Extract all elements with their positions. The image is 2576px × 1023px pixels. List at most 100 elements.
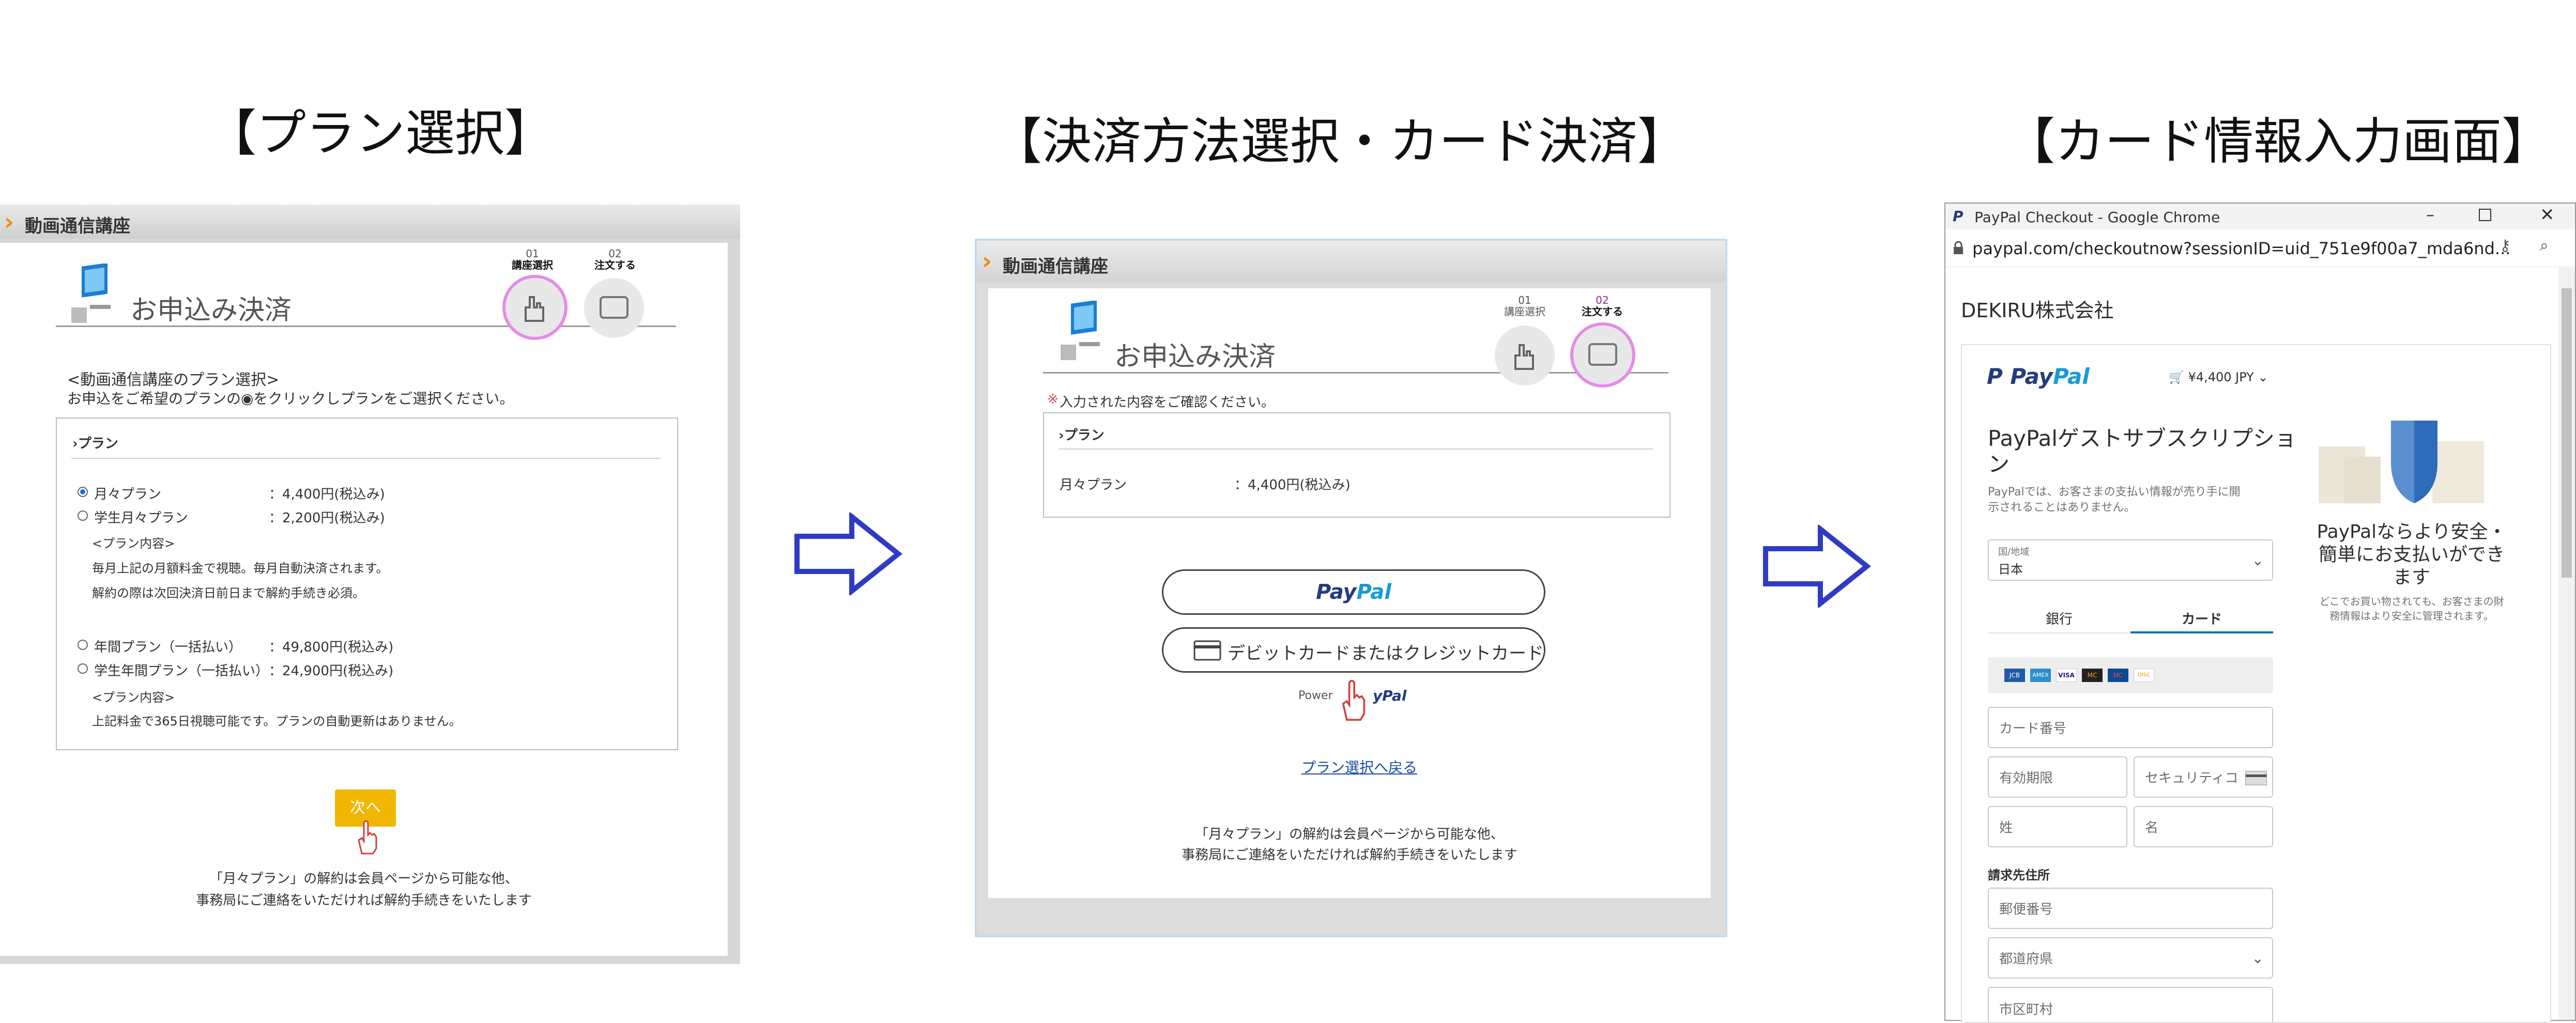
plan-price-yearly: ：49,800円(税込み) — [269, 640, 394, 655]
window-title-2: 動画通信講座 — [1003, 256, 1108, 277]
step2-circle-active — [1570, 322, 1635, 388]
plan-radio-yearly[interactable] — [78, 640, 88, 650]
maximize-button[interactable] — [2479, 209, 2491, 221]
monthly-note-2: 解約の際は次回決済日前日まで解約手続き必須。 — [92, 586, 365, 600]
country-value: 日本 — [1998, 562, 2023, 577]
plan-box-title: ›プラン — [72, 436, 118, 452]
zoom-icon[interactable]: ⌕ — [2540, 237, 2549, 255]
country-select[interactable]: 国/地域 日本 ⌄ — [1988, 539, 2273, 581]
close-button[interactable]: ✕ — [2540, 205, 2555, 225]
plan-label-yearly[interactable]: 年間プラン（一括払い） — [94, 637, 242, 656]
promo-line-3: ます — [2393, 567, 2430, 588]
first-name-field[interactable]: 名 — [2134, 806, 2273, 847]
payment-method-page: お申込み決済 01 講座選択 02 注文する ※ 入力された内容をご確認ください… — [988, 288, 1711, 898]
window-title: 動画通信講座 — [25, 216, 130, 237]
lock-icon — [1954, 241, 1963, 254]
browser-title-bar: P PayPal Checkout - Google Chrome – ✕ — [1945, 204, 2575, 229]
promo-line-1: PayPalならより安全・ — [2317, 521, 2507, 542]
step1-title: 【プラン選択】 — [207, 104, 554, 162]
scrollbar[interactable] — [2558, 268, 2575, 1020]
plan-box-divider — [71, 458, 661, 459]
step-indicator-2: 02 注文する — [1576, 295, 1628, 317]
minimize-button[interactable]: – — [2426, 205, 2434, 224]
expiry-field[interactable]: 有効期限 — [1988, 756, 2127, 798]
payment-method-window: › 動画通信講座 お申込み決済 01 講座選択 02 注文する ※ 入力された内… — [975, 239, 1727, 937]
security-code-field[interactable]: セキュリティコ — [2134, 756, 2273, 798]
paypal-p-icon: P — [1987, 364, 2011, 389]
tab-card[interactable]: カード — [2130, 609, 2273, 628]
paypal-logo-pal: Pal — [2052, 364, 2090, 389]
prefecture-select[interactable]: 都道府県 ⌄ — [1988, 937, 2273, 979]
header-divider-2 — [1043, 372, 1668, 374]
yearly-note-title: <プラン内容> — [92, 690, 175, 705]
card-number-field[interactable]: カード番号 — [1988, 707, 2273, 748]
paypal-button[interactable]: PayPal — [1162, 569, 1545, 615]
paypal-logo: P PayPal — [1987, 364, 2090, 389]
maestro-icon: MC — [2108, 669, 2128, 682]
discover-icon: DISC — [2134, 669, 2154, 682]
cart-icon: 🛒 — [2169, 370, 2184, 384]
monthly-note-1: 毎月上記の月額料金で視聴。毎月自動決済されます。 — [92, 561, 389, 576]
city-placeholder: 市区町村 — [1999, 1002, 2053, 1018]
scrollbar-thumb[interactable] — [2562, 288, 2572, 578]
plan-radio-student-yearly[interactable] — [78, 663, 88, 674]
promo-heading: PayPalならより安全・ 簡単にお支払いができ ます — [2303, 521, 2520, 589]
step2-title: 【決済方法選択・カード決済】 — [992, 113, 1687, 171]
step1-circle-active — [502, 275, 568, 340]
arrow-right-icon — [1763, 525, 1871, 608]
expiry-placeholder: 有効期限 — [1999, 770, 2053, 786]
tab-bank[interactable]: 銀行 — [1988, 609, 2130, 628]
plan-radio-student-monthly[interactable] — [78, 510, 88, 521]
step1-label: 講座選択 — [512, 259, 553, 271]
footer-note-1: 「月々プラン」の解約は会員ページから可能な他、 — [1195, 827, 1504, 842]
step-indicator-1: 01 講座選択 — [507, 248, 558, 271]
plan-label-student-yearly[interactable]: 学生年間プラン（一括払い） — [94, 660, 269, 679]
shield-icon — [2319, 421, 2484, 503]
hand-cursor-icon — [358, 820, 377, 855]
first-name-placeholder: 名 — [2145, 820, 2159, 836]
cart-summary[interactable]: 🛒 ¥4,400 JPY ⌄ — [2169, 370, 2268, 384]
yearly-note-1: 上記料金で365日視聴可能です。プランの自動更新はありません。 — [92, 714, 462, 729]
paypal-checkout-card: P PayPal 🛒 ¥4,400 JPY ⌄ PayPalゲストサブスクリプシ… — [1961, 344, 2551, 1023]
back-to-plan-link[interactable]: プラン選択へ戻る — [1301, 756, 1417, 777]
arrow-right-icon — [794, 513, 902, 595]
card-brands-strip: JCB AMEX VISA MC MC DISC — [1988, 657, 2273, 693]
plan-box: ›プラン 月々プラン ：4,400円(税込み) 学生月々プラン ：2,200円(… — [56, 417, 678, 750]
step1-circle — [1495, 326, 1555, 385]
plan-selection-window: › 動画通信講座 お申込み決済 01 講座選択 02 注文する <動画通信講座の… — [0, 205, 740, 964]
plan-label-monthly[interactable]: 月々プラン — [94, 484, 161, 503]
card-payment-button[interactable]: デビットカードまたはクレジットカード — [1162, 627, 1545, 673]
step2-label: 注文する — [1582, 305, 1623, 318]
promo-description: どこでお買い物されても、お客さまの財 務情報はより安全に管理されます。 — [2303, 594, 2520, 623]
security-code-placeholder: セキュリティコ — [2145, 770, 2238, 786]
browser-url[interactable]: paypal.com/checkoutnow?sessionID=uid_751… — [1972, 239, 2510, 258]
last-name-field[interactable]: 姓 — [1988, 806, 2127, 847]
plan-radio-monthly[interactable] — [78, 487, 88, 497]
confirm-text: 入力された内容をご確認ください。 — [1060, 395, 1275, 410]
browser-address-bar[interactable]: paypal.com/checkoutnow?sessionID=uid_751… — [1945, 229, 2575, 267]
paypal-checkout-window: P PayPal Checkout - Google Chrome – ✕ pa… — [1944, 203, 2576, 1023]
monthly-note-title: <プラン内容> — [92, 536, 175, 551]
heading-line-2: ン — [1988, 452, 2010, 477]
plan-price-student-monthly: ：2,200円(税込み) — [269, 510, 385, 526]
card-number-placeholder: カード番号 — [1999, 721, 2067, 737]
jcb-icon: JCB — [2004, 669, 2025, 682]
city-field[interactable]: 市区町村 — [1988, 987, 2273, 1022]
plan-label-student-monthly[interactable]: 学生月々プラン — [94, 507, 188, 526]
promo-line-2: 簡単にお支払いができ — [2318, 544, 2505, 565]
step-indicator-1: 01 講座選択 — [1499, 295, 1551, 317]
step3-title: 【カード情報入力画面】 — [2005, 113, 2551, 171]
intro-text: お申込をご希望のプランの◉をクリックしプランをご選択ください。 — [67, 390, 514, 407]
key-icon[interactable]: ⚷ — [2500, 237, 2511, 255]
step1-number: 01 — [526, 247, 539, 260]
desc-line-1: PayPalでは、お客さまの支払い情報が売り手に開 — [1988, 486, 2241, 499]
chevron-right-icon: › — [982, 247, 992, 275]
paypal-favicon-icon: P — [1953, 208, 1964, 225]
postal-code-field[interactable]: 郵便番号 — [1988, 888, 2273, 929]
computer-icon — [1061, 301, 1100, 360]
header-divider — [56, 326, 676, 327]
guest-subscription-heading: PayPalゲストサブスクリプショ ン — [1988, 426, 2296, 477]
footer-note-2: 事務局にご連絡をいただければ解約手続きをいたします — [1182, 847, 1517, 863]
card-payment-label: デビットカードまたはクレジットカード — [1228, 643, 1544, 664]
selected-plan-box: ›プラン 月々プラン ：4,400円(税込み) — [1043, 412, 1670, 518]
